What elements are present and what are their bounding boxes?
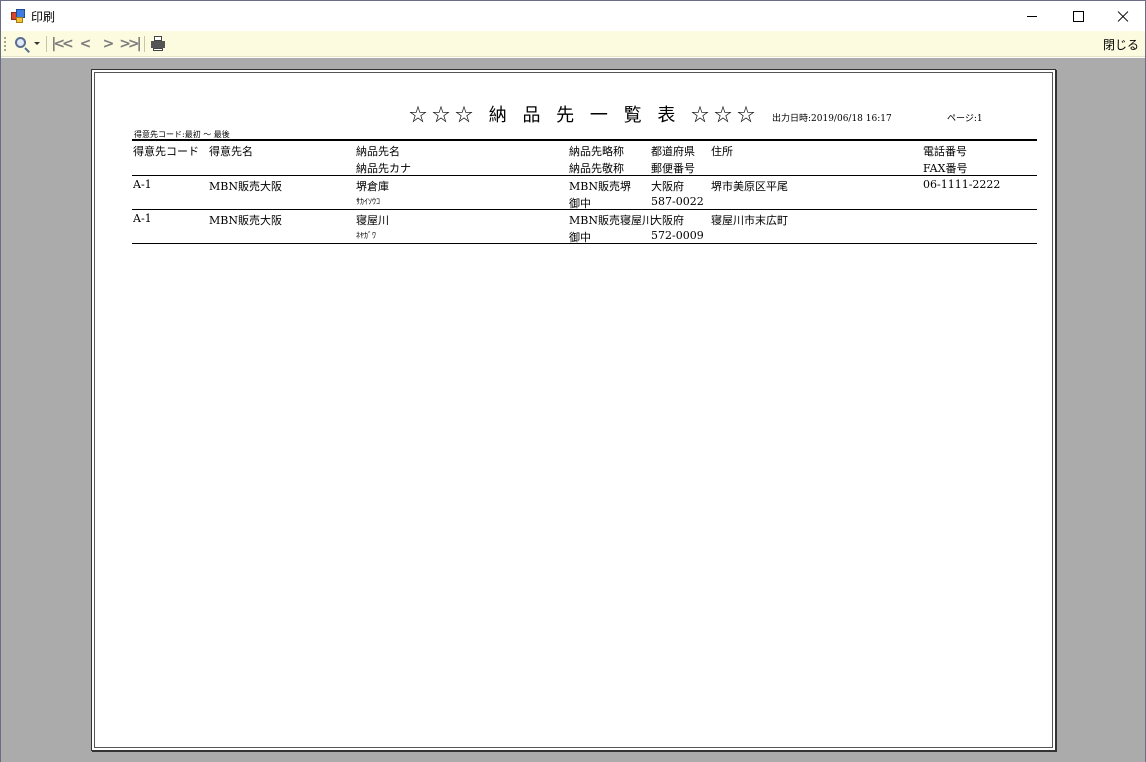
header-dest-kana: 納品先カナ — [356, 162, 411, 175]
zoom-icon[interactable] — [13, 34, 43, 54]
header-customer-name: 得意先名 — [209, 145, 253, 158]
row-customer-code: A-1 — [133, 212, 152, 225]
row-dest-name: 堺倉庫 — [356, 180, 389, 193]
row-dest-kana: ﾈﾔｶﾞﾜ — [356, 231, 376, 240]
header-dest-honorific: 納品先敬称 — [569, 162, 624, 175]
title-bar: 印刷 — [1, 1, 1145, 31]
header-dest-abbr: 納品先略称 — [569, 145, 624, 158]
report-content: ☆☆☆ 納 品 先 一 覧 表 ☆☆☆ 出力日時:2019/06/18 16:1… — [94, 72, 1053, 748]
maximize-button[interactable] — [1055, 1, 1101, 31]
row-dest-kana: ｻｶｲｿｳｺ — [356, 197, 380, 206]
row-postal: 587-0022 — [651, 195, 704, 208]
row-customer-name: MBN販売大阪 — [209, 214, 282, 227]
close-button[interactable]: 閉じる — [1103, 36, 1139, 53]
first-page-icon[interactable]: |<< — [51, 34, 74, 54]
row-divider — [132, 243, 1037, 244]
row-prefecture: 大阪府 — [651, 214, 684, 227]
toolbar-grip[interactable] — [4, 37, 6, 51]
report-title: ☆☆☆ 納 品 先 一 覧 表 ☆☆☆ — [409, 105, 761, 126]
header-phone: 電話番号 — [923, 145, 967, 158]
chevron-down-icon[interactable] — [34, 42, 40, 45]
header-customer-code: 得意先コード — [133, 145, 199, 158]
row-phone: 06-1111-2222 — [923, 178, 1001, 191]
close-window-button[interactable] — [1099, 1, 1145, 31]
toolbar: |<< < > >>| 閉じる — [1, 31, 1145, 57]
toolbar-separator — [46, 36, 47, 52]
header-postal: 郵便番号 — [651, 162, 695, 175]
row-customer-name: MBN販売大阪 — [209, 180, 282, 193]
header-prefecture: 都道府県 — [651, 145, 695, 158]
header-rule — [132, 139, 1037, 141]
print-preview-window: 印刷 |<< < > >>| 閉じる ☆☆☆ 納 品 先 一 覧 表 ☆☆☆ 出… — [0, 0, 1146, 762]
row-address: 堺市美原区平尾 — [711, 180, 788, 193]
window-title: 印刷 — [31, 10, 56, 24]
app-icon — [11, 9, 25, 23]
minimize-button[interactable] — [1009, 1, 1055, 31]
row-dest-abbr: MBN販売堺 — [569, 180, 631, 193]
header-address: 住所 — [711, 145, 733, 158]
toolbar-separator — [144, 36, 145, 52]
header-fax: FAX番号 — [923, 162, 968, 175]
last-page-icon[interactable]: >>| — [119, 34, 142, 54]
row-dest-abbr: MBN販売寝屋川 — [569, 214, 653, 227]
row-postal: 572-0009 — [651, 229, 704, 242]
preview-area[interactable]: ☆☆☆ 納 品 先 一 覧 表 ☆☆☆ 出力日時:2019/06/18 16:1… — [1, 58, 1145, 762]
row-divider — [132, 209, 1037, 210]
row-divider — [132, 175, 1037, 176]
row-prefecture: 大阪府 — [651, 180, 684, 193]
report-page: ☆☆☆ 納 品 先 一 覧 表 ☆☆☆ 出力日時:2019/06/18 16:1… — [91, 69, 1056, 751]
printed-at: 出力日時:2019/06/18 16:17 — [772, 114, 892, 124]
row-address: 寝屋川市末広町 — [711, 214, 788, 227]
row-customer-code: A-1 — [133, 178, 152, 191]
header-dest-name: 納品先名 — [356, 145, 400, 158]
row-dest-name: 寝屋川 — [356, 214, 389, 227]
next-page-icon[interactable]: > — [97, 34, 117, 54]
printer-icon[interactable] — [149, 34, 169, 54]
page-number: ページ:1 — [947, 114, 983, 124]
prev-page-icon[interactable]: < — [74, 34, 94, 54]
